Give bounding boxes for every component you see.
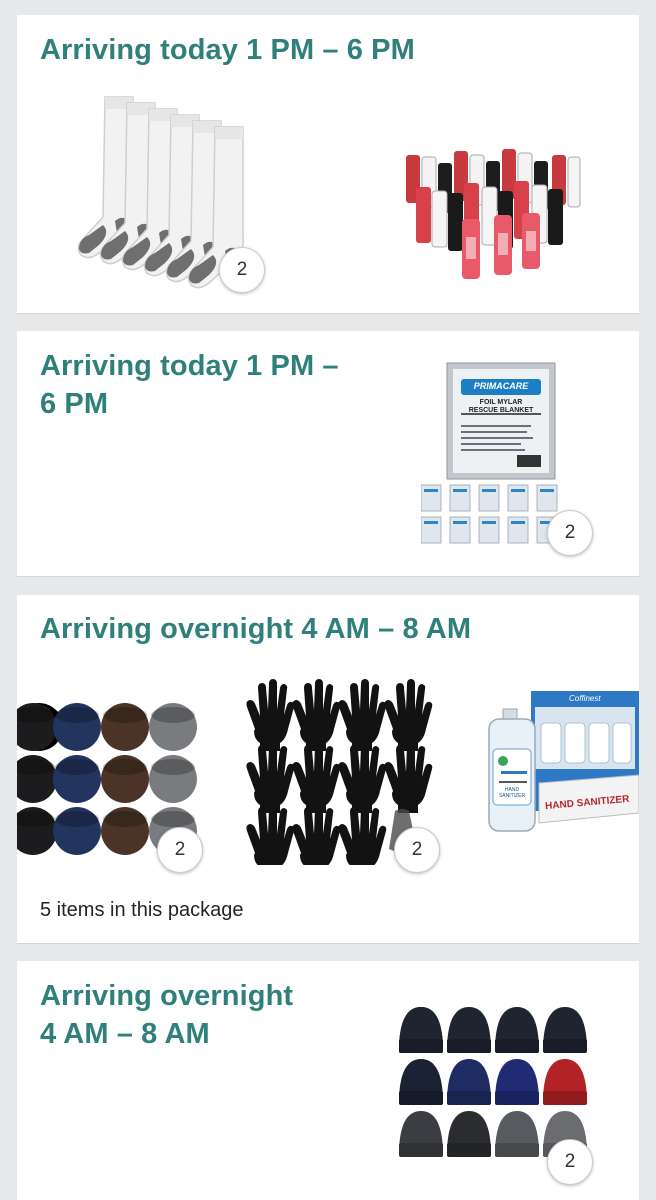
delivery-window-title: Arriving overnight 4 AM – 8 AM [40,613,472,645]
bottle-label-text: HAND SANITIZER [498,787,526,799]
title-line: Arriving today 1 PM – [40,350,339,382]
product-image-beanies[interactable] [397,1005,589,1163]
quantity-badge: 2 [394,827,440,873]
product-image-hand-sanitizer[interactable]: Coffinest HAND SANITIZER HAND SANITIZER [473,687,639,847]
quantity-badge: 2 [547,510,593,556]
shipment-card[interactable]: Arriving today 1 PM – 6 PM 2 [17,15,639,313]
package-brand-text: PRIMACARE [473,381,529,391]
package-label-text: RESCUE BLANKET [468,407,534,414]
title-line: 6 PM [40,388,109,420]
shipment-card[interactable]: Arriving overnight 4 AM – 8 AM 2 [17,961,639,1200]
package-label-text: FOIL MYLAR [479,399,523,406]
delivery-window-title: Arriving today 1 PM – 6 PM [40,34,415,66]
product-image-lip-balm[interactable] [402,141,584,281]
shipment-card[interactable]: Arriving overnight 4 AM – 8 AM 2 2 Coffi… [17,595,639,943]
product-image-rescue-blanket[interactable]: PRIMACARE FOIL MYLAR RESCUE BLANKET [421,361,571,547]
title-line: 4 AM – 8 AM [40,1018,210,1050]
delivery-window-title: Arriving today 1 PM – 6 PM [40,347,339,423]
items-count-text: 5 items in this package [40,899,244,921]
quantity-badge: 2 [547,1139,593,1185]
package-brand-text: Coffinest [569,694,601,703]
title-line: Arriving overnight [40,980,294,1012]
quantity-badge: 2 [157,827,203,873]
quantity-badge: 2 [219,247,265,293]
shipment-card[interactable]: Arriving today 1 PM – 6 PM PRIMACARE FOI… [17,331,639,576]
delivery-window-title: Arriving overnight 4 AM – 8 AM [40,977,293,1053]
